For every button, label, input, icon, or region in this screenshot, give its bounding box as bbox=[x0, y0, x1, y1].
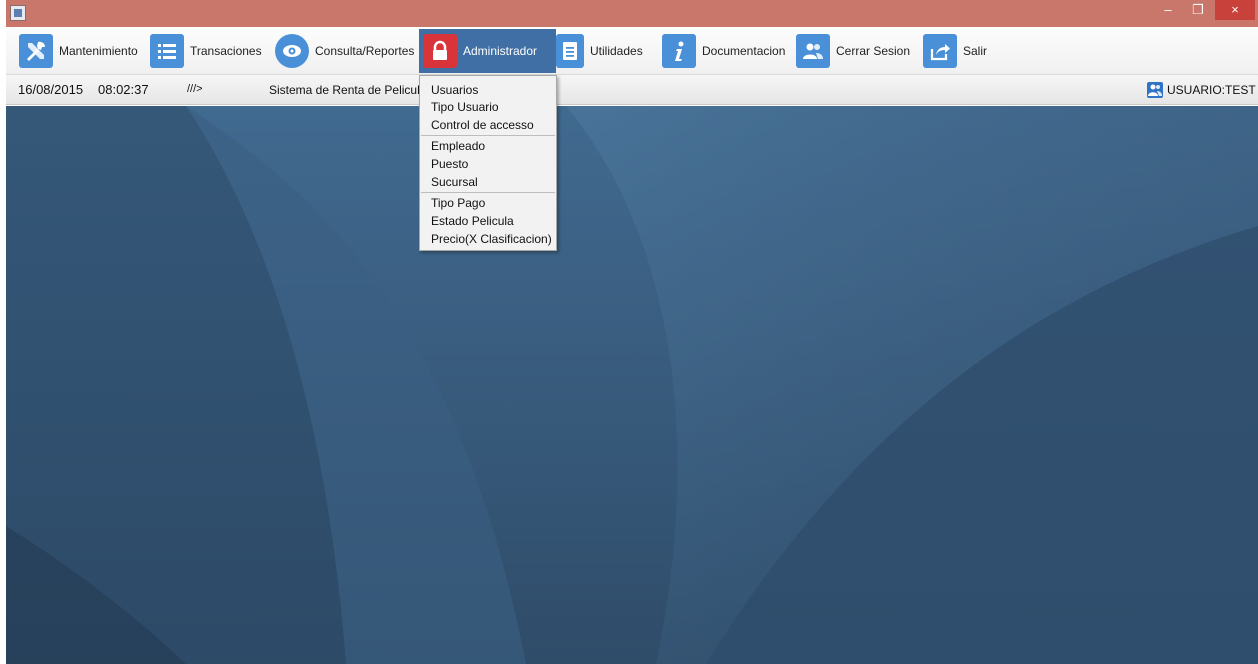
menu-utilidades[interactable]: Utilidades bbox=[552, 29, 647, 73]
menu-label: Salir bbox=[963, 44, 988, 58]
menu-label: Consulta/Reportes bbox=[315, 44, 415, 58]
menu-item-tipo-pago[interactable]: Tipo Pago bbox=[431, 196, 485, 210]
desktop-area bbox=[6, 106, 1258, 664]
menu-consulta-reportes[interactable]: Consulta/Reportes bbox=[271, 29, 418, 73]
menu-label: Documentacion bbox=[702, 44, 786, 58]
menu-label: Transaciones bbox=[190, 44, 262, 58]
menu-label: Cerrar Sesion bbox=[836, 44, 911, 58]
menu-bar: Mantenimiento Transaciones Consulta/Repo… bbox=[6, 27, 1258, 75]
share-exit-icon bbox=[923, 34, 957, 68]
status-date: 16/08/2015 bbox=[18, 82, 84, 97]
menu-label: Administrador bbox=[463, 44, 538, 58]
status-separator: ///> bbox=[187, 83, 203, 95]
title-bar[interactable]: – ❐ × bbox=[6, 0, 1258, 27]
menu-item-puesto[interactable]: Puesto bbox=[431, 157, 468, 171]
lock-icon bbox=[423, 34, 457, 68]
background-wallpaper bbox=[6, 106, 1258, 664]
current-user-label: USUARIO:TEST bbox=[1167, 83, 1256, 97]
menu-item-empleado[interactable]: Empleado bbox=[431, 139, 485, 153]
info-icon bbox=[662, 34, 696, 68]
menu-transaciones[interactable]: Transaciones bbox=[146, 29, 266, 73]
minimize-button[interactable]: – bbox=[1153, 0, 1183, 20]
menu-item-estado-pelicula[interactable]: Estado Pelicula bbox=[431, 214, 514, 228]
menu-label: Mantenimiento bbox=[59, 44, 138, 58]
list-icon bbox=[150, 34, 184, 68]
menu-separator bbox=[421, 192, 555, 193]
administrador-dropdown: Usuarios Tipo Usuario Control de accesso… bbox=[419, 75, 557, 251]
menu-salir[interactable]: Salir bbox=[919, 29, 991, 73]
menu-label: Utilidades bbox=[590, 44, 643, 58]
main-window: – ❐ × Mantenimiento Transaciones Consult… bbox=[6, 0, 1258, 664]
menu-item-control-acceso[interactable]: Control de accesso bbox=[431, 118, 534, 132]
status-time: 08:02:37 bbox=[98, 82, 149, 97]
menu-administrador[interactable]: Administrador bbox=[419, 29, 556, 73]
menu-separator bbox=[421, 135, 555, 136]
menu-mantenimiento[interactable]: Mantenimiento bbox=[15, 29, 142, 73]
menu-documentacion[interactable]: Documentacion bbox=[658, 29, 789, 73]
menu-cerrar-sesion[interactable]: Cerrar Sesion bbox=[792, 29, 914, 73]
document-icon bbox=[556, 34, 584, 68]
java-app-icon bbox=[10, 5, 26, 21]
menu-item-precio-clasificacion[interactable]: Precio(X Clasificacion) bbox=[431, 232, 552, 246]
menu-item-usuarios[interactable]: Usuarios bbox=[431, 83, 478, 97]
eye-icon bbox=[275, 34, 309, 68]
system-name: Sistema de Renta de Pelicula bbox=[269, 83, 427, 97]
user-icon bbox=[1147, 82, 1163, 98]
menu-item-sucursal[interactable]: Sucursal bbox=[431, 175, 478, 189]
maximize-button[interactable]: ❐ bbox=[1183, 0, 1213, 20]
close-button[interactable]: × bbox=[1215, 0, 1255, 20]
status-bar: 16/08/2015 08:02:37 ///> Sistema de Rent… bbox=[6, 75, 1258, 105]
users-icon bbox=[796, 34, 830, 68]
tools-icon bbox=[19, 34, 53, 68]
menu-item-tipo-usuario[interactable]: Tipo Usuario bbox=[431, 100, 499, 114]
